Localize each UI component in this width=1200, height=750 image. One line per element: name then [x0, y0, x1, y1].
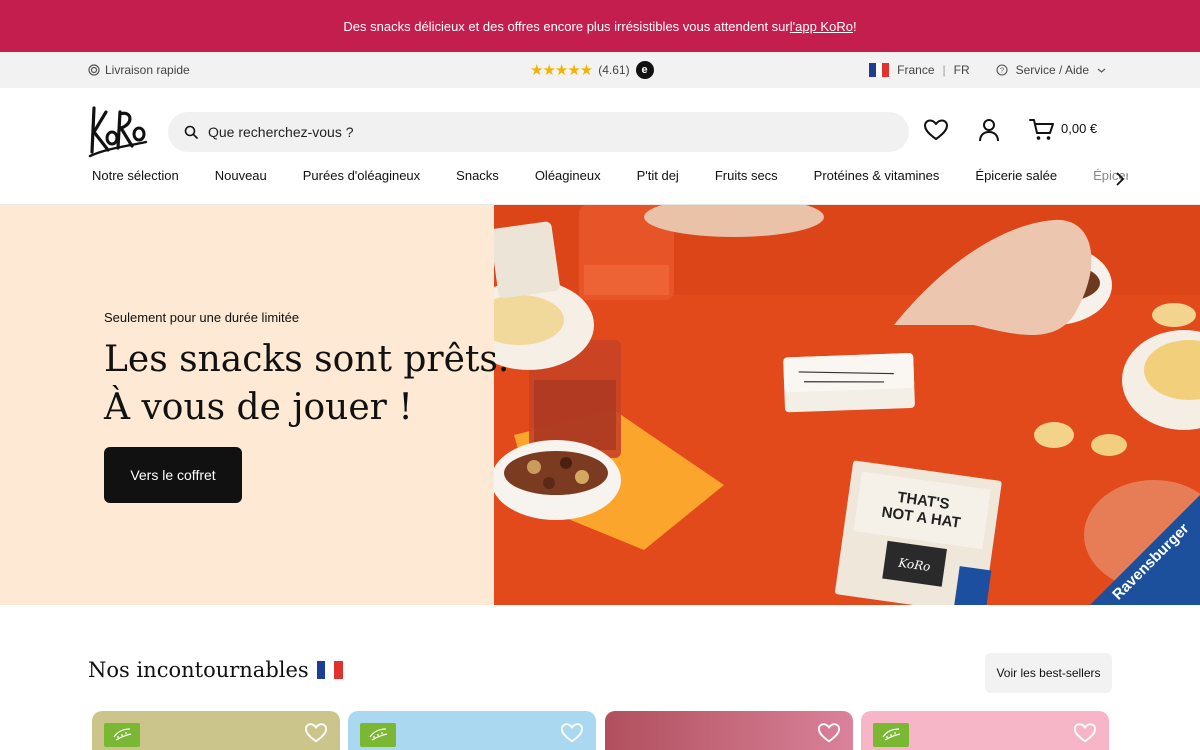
cart-button[interactable] [1028, 116, 1056, 144]
main-navigation: Notre sélection Nouveau Purées d'oléagin… [88, 168, 1128, 194]
nav-item-nouveau[interactable]: Nouveau [211, 168, 271, 194]
section-title-text: Nos incontournables [88, 658, 309, 682]
chevron-right-icon [1116, 172, 1125, 186]
france-flag-icon [869, 63, 890, 77]
promo-suffix: ! [852, 18, 857, 34]
hero-title-line2: À vous de jouer ! [104, 387, 413, 428]
product-card[interactable] [348, 711, 596, 750]
hero-image[interactable]: THAT'S NOT A HAT KoRo Ravensburger [494, 205, 1200, 605]
nav-item-fruits-secs[interactable]: Fruits secs [711, 168, 782, 194]
product-card[interactable] [92, 711, 340, 750]
product-card[interactable] [861, 711, 1109, 750]
rating-stars-icon: ★★★★★ [530, 62, 593, 79]
hero-title: Les snacks sont prêts. À vous de jouer ! [104, 336, 564, 432]
delivery-info: Livraison rapide [88, 52, 190, 88]
promo-app-link[interactable]: l'app KoRo [790, 19, 853, 34]
wishlist-button[interactable] [922, 116, 950, 144]
language-selector[interactable]: FR [954, 63, 970, 77]
search-input[interactable] [208, 124, 848, 140]
help-icon: ? [996, 64, 1008, 76]
hero-title-line1: Les snacks sont prêts. [104, 339, 510, 380]
organic-label-icon [360, 723, 396, 747]
rating-value: (4.61) [598, 63, 630, 77]
product-card[interactable] [605, 711, 853, 750]
country-selector[interactable]: France [897, 63, 934, 77]
nav-item-notre-selection[interactable]: Notre sélection [88, 168, 183, 194]
search-bar[interactable] [168, 112, 909, 152]
user-icon [979, 119, 999, 142]
heart-icon[interactable] [304, 721, 328, 745]
rating-widget[interactable]: ★★★★★ (4.61) e [530, 52, 654, 88]
utility-bar: Livraison rapide ★★★★★ (4.61) e France |… [0, 52, 1200, 88]
heart-icon[interactable] [817, 721, 841, 745]
account-button[interactable] [975, 116, 1003, 144]
hero-photo-illustration: THAT'S NOT A HAT KoRo Ravensburger [494, 205, 1200, 605]
nav-item-ptit-dej[interactable]: P'tit dej [633, 168, 683, 194]
heart-icon[interactable] [560, 721, 584, 745]
view-bestsellers-button[interactable]: Voir les best-sellers [985, 653, 1112, 693]
nav-item-epicerie-salee[interactable]: Épicerie salée [971, 168, 1061, 194]
trusted-shops-icon: e [635, 61, 654, 79]
nav-item-proteines[interactable]: Protéines & vitamines [810, 168, 944, 194]
delivery-icon [88, 64, 100, 76]
cart-icon [1029, 119, 1054, 140]
chevron-down-icon [1097, 68, 1106, 73]
cart-total: 0,00 € [1061, 121, 1098, 136]
nav-scroll-right-button[interactable] [1112, 168, 1128, 190]
locale-divider: | [942, 63, 946, 77]
locale-service: France | FR ? Service / Aide [869, 52, 1106, 88]
service-help-menu[interactable]: Service / Aide [1016, 63, 1089, 77]
svg-text:?: ? [1000, 66, 1004, 75]
hero-kicker: Seulement pour une durée limitée [104, 310, 300, 325]
section-title: Nos incontournables [88, 658, 343, 682]
organic-label-icon [873, 723, 909, 747]
promo-text: Des snacks délicieux et des offres encor… [343, 18, 790, 34]
organic-label-icon [104, 723, 140, 747]
nav-item-oleagineux[interactable]: Oléagineux [531, 168, 605, 194]
delivery-label: Livraison rapide [105, 63, 190, 77]
promo-banner: Des snacks délicieux et des offres encor… [0, 0, 1200, 52]
koro-logo[interactable] [88, 102, 148, 158]
hero-cta-button[interactable]: Vers le coffret [104, 447, 242, 503]
search-icon [184, 125, 198, 139]
heart-icon [924, 119, 948, 140]
france-flag-icon [316, 661, 343, 679]
nav-item-purees[interactable]: Purées d'oléagineux [299, 168, 424, 194]
nav-item-snacks[interactable]: Snacks [452, 168, 503, 194]
site-header: 0,00 € [0, 88, 1200, 176]
heart-icon[interactable] [1073, 721, 1097, 745]
